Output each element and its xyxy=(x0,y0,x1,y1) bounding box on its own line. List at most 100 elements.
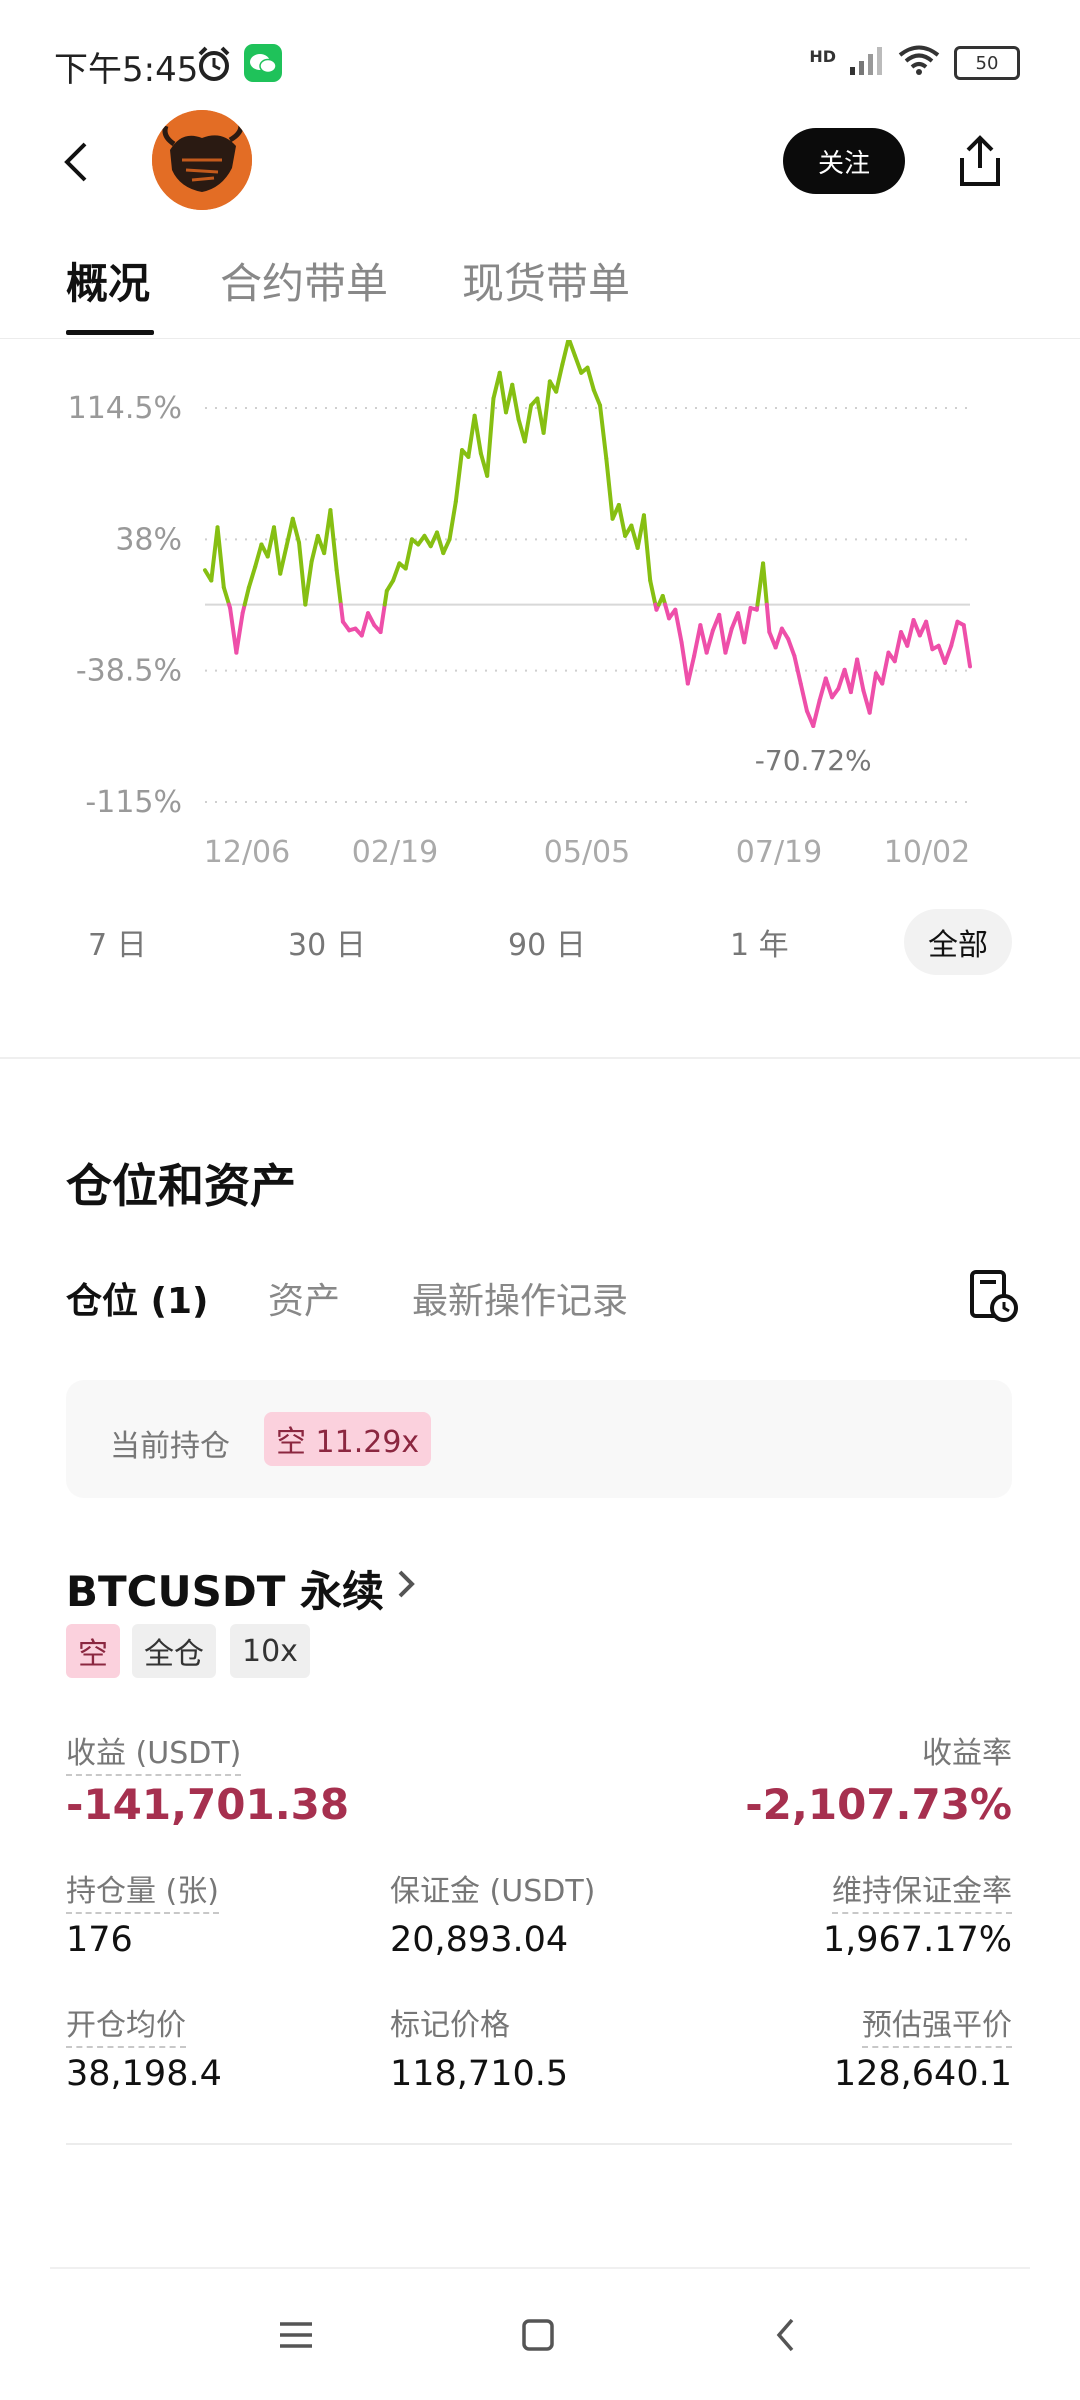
line-segment-negative xyxy=(742,606,753,645)
bull-avatar-icon xyxy=(152,110,252,210)
line-segment-negative xyxy=(924,619,935,652)
chevron-right-icon[interactable] xyxy=(392,1564,422,1604)
line-segment-positive xyxy=(246,564,258,590)
line-segment-negative xyxy=(679,640,690,686)
x-tick-label: 10/02 xyxy=(884,835,970,870)
range-7d[interactable]: 7 日 xyxy=(88,920,147,964)
back-button[interactable] xyxy=(52,132,100,192)
line-segment-negative xyxy=(855,657,866,693)
home-button[interactable] xyxy=(508,2305,568,2365)
mark-price-value: 118,710.5 xyxy=(390,2054,569,2094)
menu-button[interactable] xyxy=(266,2305,326,2365)
x-tick-label: 12/06 xyxy=(204,835,290,870)
signal-icon xyxy=(850,45,884,81)
line-segment-positive xyxy=(572,353,584,375)
line-segment-positive xyxy=(271,525,283,576)
line-segment-positive xyxy=(522,403,534,444)
line-segment-negative xyxy=(867,671,878,715)
history-button[interactable] xyxy=(968,1268,1020,1324)
line-segment-positive xyxy=(497,370,508,415)
battery-level: 50 xyxy=(975,52,999,74)
liq-price-value: 128,640.1 xyxy=(833,2054,1012,2094)
line-segment-negative xyxy=(823,676,835,700)
divider xyxy=(66,2143,1012,2145)
line-segment-positive xyxy=(472,413,483,456)
wifi-icon xyxy=(898,44,940,82)
line-segment-positive xyxy=(541,379,552,435)
line-segment-negative xyxy=(949,619,960,648)
size-label: 持仓量 (张) xyxy=(66,1866,219,1914)
share-icon xyxy=(960,135,1000,186)
divider xyxy=(0,338,1080,339)
line-segment-negative xyxy=(717,612,728,655)
avatar[interactable] xyxy=(152,110,252,210)
position-symbol[interactable]: BTCUSDT 永续 xyxy=(66,1558,384,1619)
line-segment-negative xyxy=(942,643,954,665)
size-value: 176 xyxy=(66,1920,133,1960)
line-segment-negative xyxy=(723,626,734,655)
tab-overview[interactable]: 概况 xyxy=(66,250,150,311)
margin-value: 20,893.04 xyxy=(390,1920,569,1960)
line-segment-positive xyxy=(453,448,465,504)
line-segment-positive xyxy=(641,513,653,583)
line-segment-positive xyxy=(221,585,232,607)
pnl-label: 收益 (USDT) xyxy=(66,1728,242,1776)
tab-contract-copy[interactable]: 合约带单 xyxy=(220,250,388,311)
line-segment-positive xyxy=(391,561,402,583)
y-tick-label: 114.5% xyxy=(68,391,182,426)
nav-divider xyxy=(50,2267,1030,2269)
line-segment-negative xyxy=(366,611,377,628)
tab-latest-operations[interactable]: 最新操作记录 xyxy=(412,1272,628,1324)
holding-badge: 空 11.29x xyxy=(264,1412,432,1466)
x-tick-label: 07/19 xyxy=(736,835,822,870)
line-segment-positive xyxy=(435,530,446,556)
line-segment-positive xyxy=(585,365,596,392)
line-segment-positive xyxy=(567,340,577,358)
follow-button[interactable]: 关注 xyxy=(783,128,905,194)
line-segment-positive xyxy=(297,540,308,607)
entry-price-label: 开仓均价 xyxy=(66,2000,186,2048)
line-segment-positive xyxy=(510,382,521,422)
line-segment-negative xyxy=(786,636,797,659)
nav-back-button[interactable] xyxy=(756,2305,816,2365)
nav-back-icon xyxy=(776,2318,794,2352)
range-all[interactable]: 全部 xyxy=(904,909,1012,975)
line-segment-positive xyxy=(560,340,571,367)
home-square-icon xyxy=(522,2319,554,2351)
line-segment-negative xyxy=(378,602,387,635)
mmr-label: 维持保证金率 xyxy=(832,1866,1012,1914)
line-segment-negative xyxy=(773,626,784,650)
pnl-chart[interactable]: 114.5% 38% -38.5% -115% 12/06 02/19 05/05 07/1… xyxy=(0,340,1080,880)
tab-positions[interactable]: 仓位 (1) xyxy=(66,1272,209,1324)
tab-assets[interactable]: 资产 xyxy=(268,1272,340,1324)
line-segment-positive xyxy=(403,537,414,571)
line-segment-negative xyxy=(704,628,715,655)
share-button[interactable] xyxy=(950,128,1010,194)
range-90d[interactable]: 90 日 xyxy=(508,920,586,964)
battery-icon: 50 xyxy=(954,46,1020,80)
line-segment-negative xyxy=(811,698,822,728)
range-30d[interactable]: 30 日 xyxy=(288,920,366,964)
line-segment-positive xyxy=(554,362,565,394)
y-tick-label: -38.5% xyxy=(76,654,182,689)
y-tick-label: 38% xyxy=(115,522,182,557)
range-1y[interactable]: 1 年 xyxy=(730,920,789,964)
status-time: 下午5:45 xyxy=(54,50,199,90)
chart-grid xyxy=(205,407,970,803)
line-segment-negative xyxy=(673,607,684,645)
tab-spot-copy[interactable]: 现货带单 xyxy=(462,250,630,311)
line-segment-positive xyxy=(382,588,389,607)
margin-label: 保证金 (USDT) xyxy=(390,1874,596,1909)
section-divider xyxy=(0,1057,1080,1059)
line-segment-positive xyxy=(309,533,320,564)
mmr-value: 1,967.17% xyxy=(822,1920,1012,1960)
line-segment-positive xyxy=(761,561,769,607)
alarm-icon xyxy=(194,44,234,88)
line-segment-positive xyxy=(334,568,343,607)
line-segment-negative xyxy=(685,654,697,686)
line-segment-negative xyxy=(880,650,891,686)
line-segment-negative xyxy=(338,602,345,624)
line-segment-positive xyxy=(215,525,226,590)
line-segment-negative xyxy=(961,623,972,669)
network-label: HD xyxy=(809,46,836,66)
